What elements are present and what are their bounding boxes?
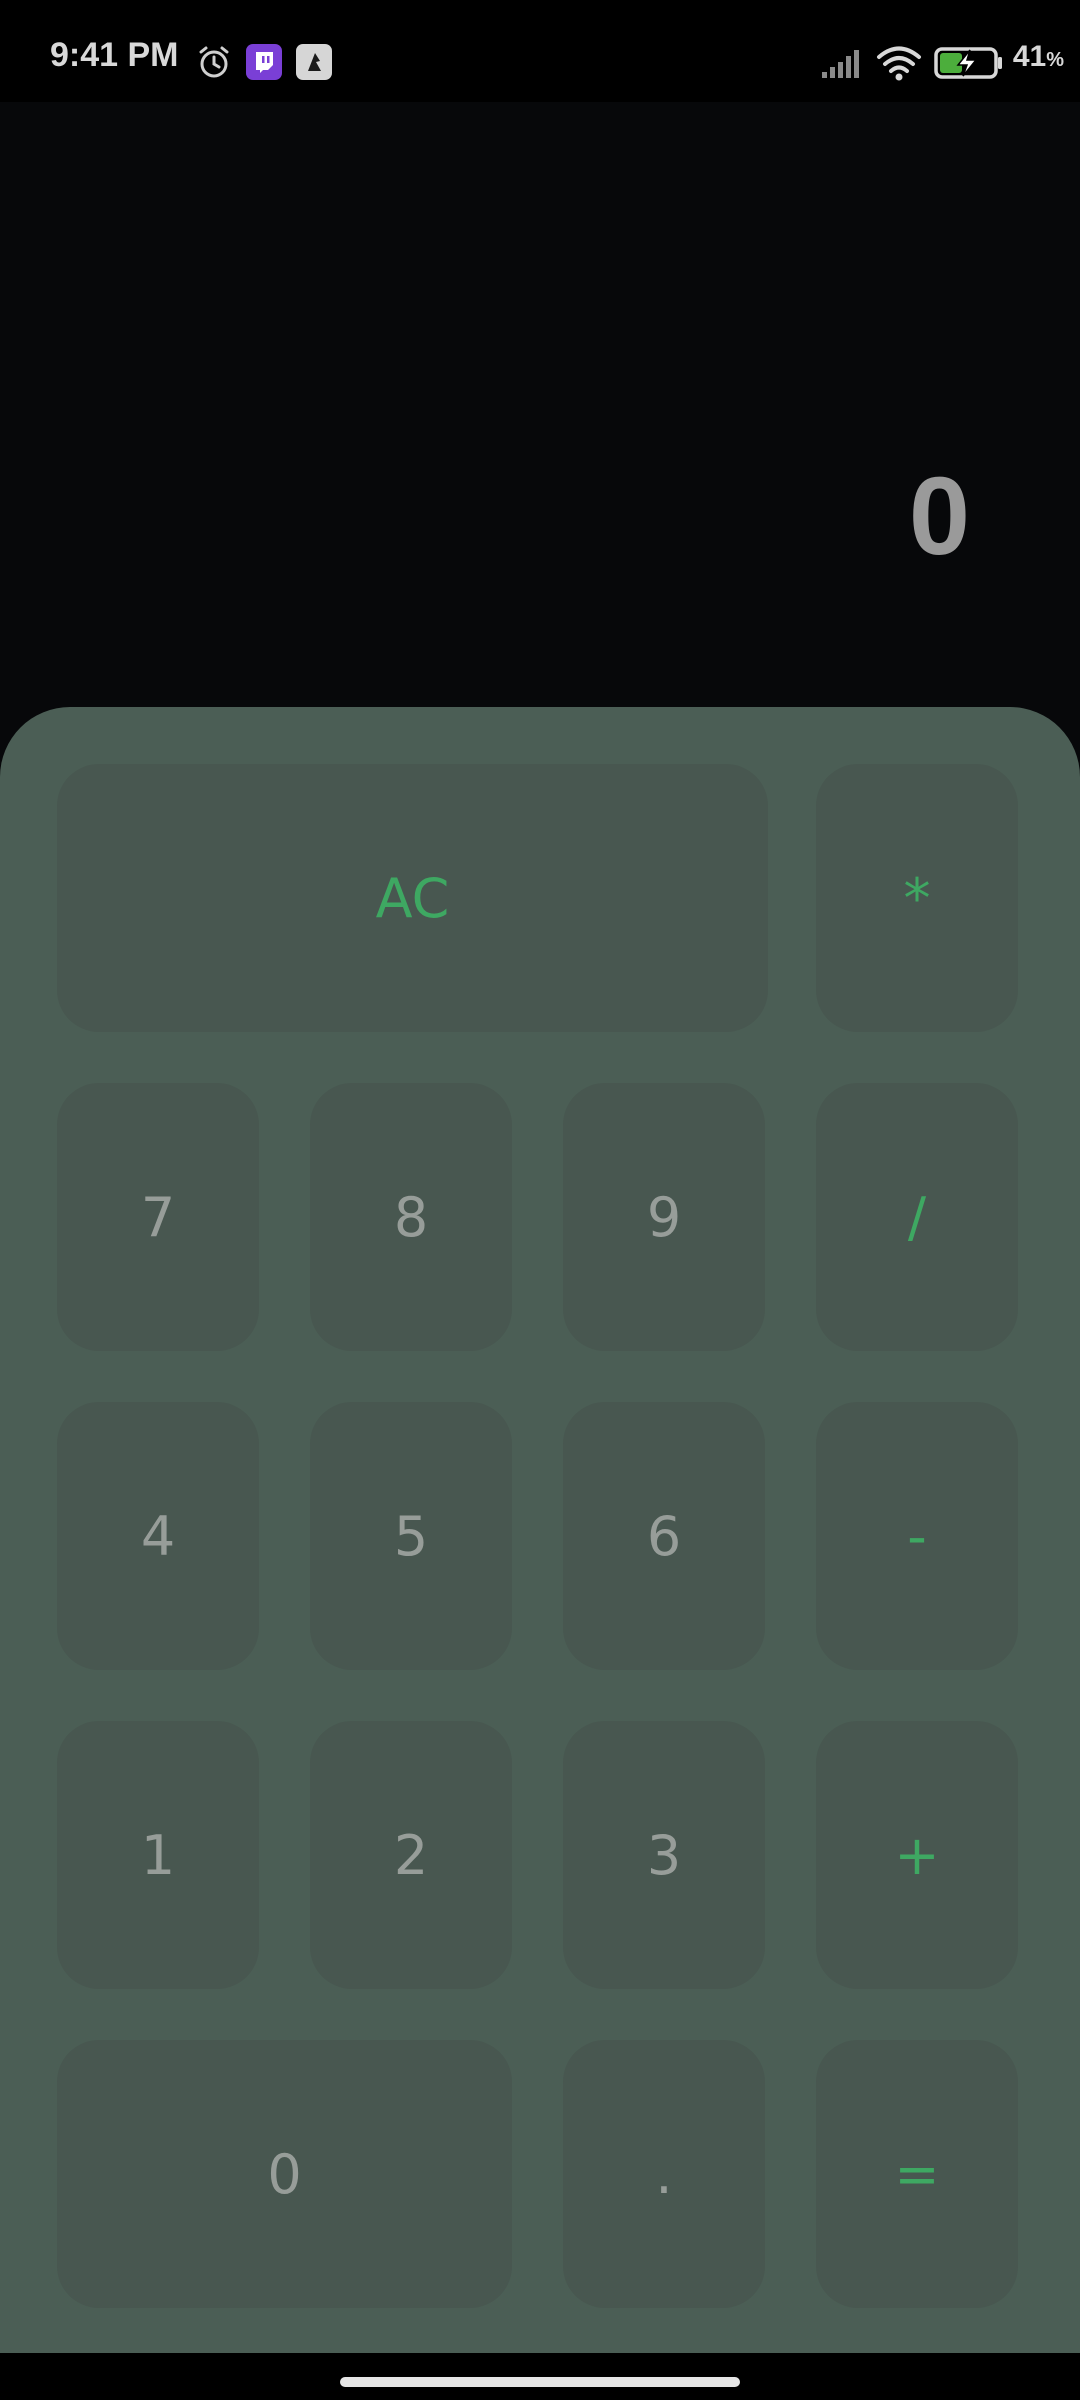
digit-4-button[interactable]: 4 xyxy=(57,1402,259,1670)
digit-5-button[interactable]: 5 xyxy=(310,1402,512,1670)
digit-3-button[interactable]: 3 xyxy=(563,1721,765,1989)
digit-0-button[interactable]: 0 xyxy=(57,2040,512,2308)
equals-button[interactable]: = xyxy=(816,2040,1018,2308)
add-button[interactable]: + xyxy=(816,1721,1018,1989)
digit-1-button[interactable]: 1 xyxy=(57,1721,259,1989)
twitch-icon xyxy=(246,44,282,80)
wifi-icon xyxy=(877,46,921,81)
app-icon xyxy=(296,44,332,80)
digit-7-button[interactable]: 7 xyxy=(57,1083,259,1351)
status-bar: 9:41 PM 41% xyxy=(0,0,1080,102)
multiply-button[interactable]: * xyxy=(816,764,1018,1032)
signal-icon xyxy=(822,50,859,78)
digit-8-button[interactable]: 8 xyxy=(310,1083,512,1351)
battery-percent: 41% xyxy=(1012,40,1064,73)
status-time: 9:41 PM xyxy=(50,36,179,74)
display-value: 0 xyxy=(908,455,970,578)
decimal-button[interactable]: . xyxy=(563,2040,765,2308)
digit-9-button[interactable]: 9 xyxy=(563,1083,765,1351)
keypad: AC * 7 8 9 / 4 5 6 - 1 2 3 + 0 . = xyxy=(0,707,1080,2353)
clear-button[interactable]: AC xyxy=(57,764,768,1032)
display-area: 0 xyxy=(0,102,1080,707)
alarm-icon xyxy=(199,46,229,78)
calculator-app: 9:41 PM 41% 0 AC * 7 8 9 / 4 5 6 - 1 2 3… xyxy=(0,0,1080,2400)
home-indicator[interactable] xyxy=(340,2377,740,2387)
digit-6-button[interactable]: 6 xyxy=(563,1402,765,1670)
battery-charging-icon xyxy=(934,47,1002,79)
subtract-button[interactable]: - xyxy=(816,1402,1018,1670)
navigation-bar xyxy=(0,2353,1080,2400)
digit-2-button[interactable]: 2 xyxy=(310,1721,512,1989)
divide-button[interactable]: / xyxy=(816,1083,1018,1351)
